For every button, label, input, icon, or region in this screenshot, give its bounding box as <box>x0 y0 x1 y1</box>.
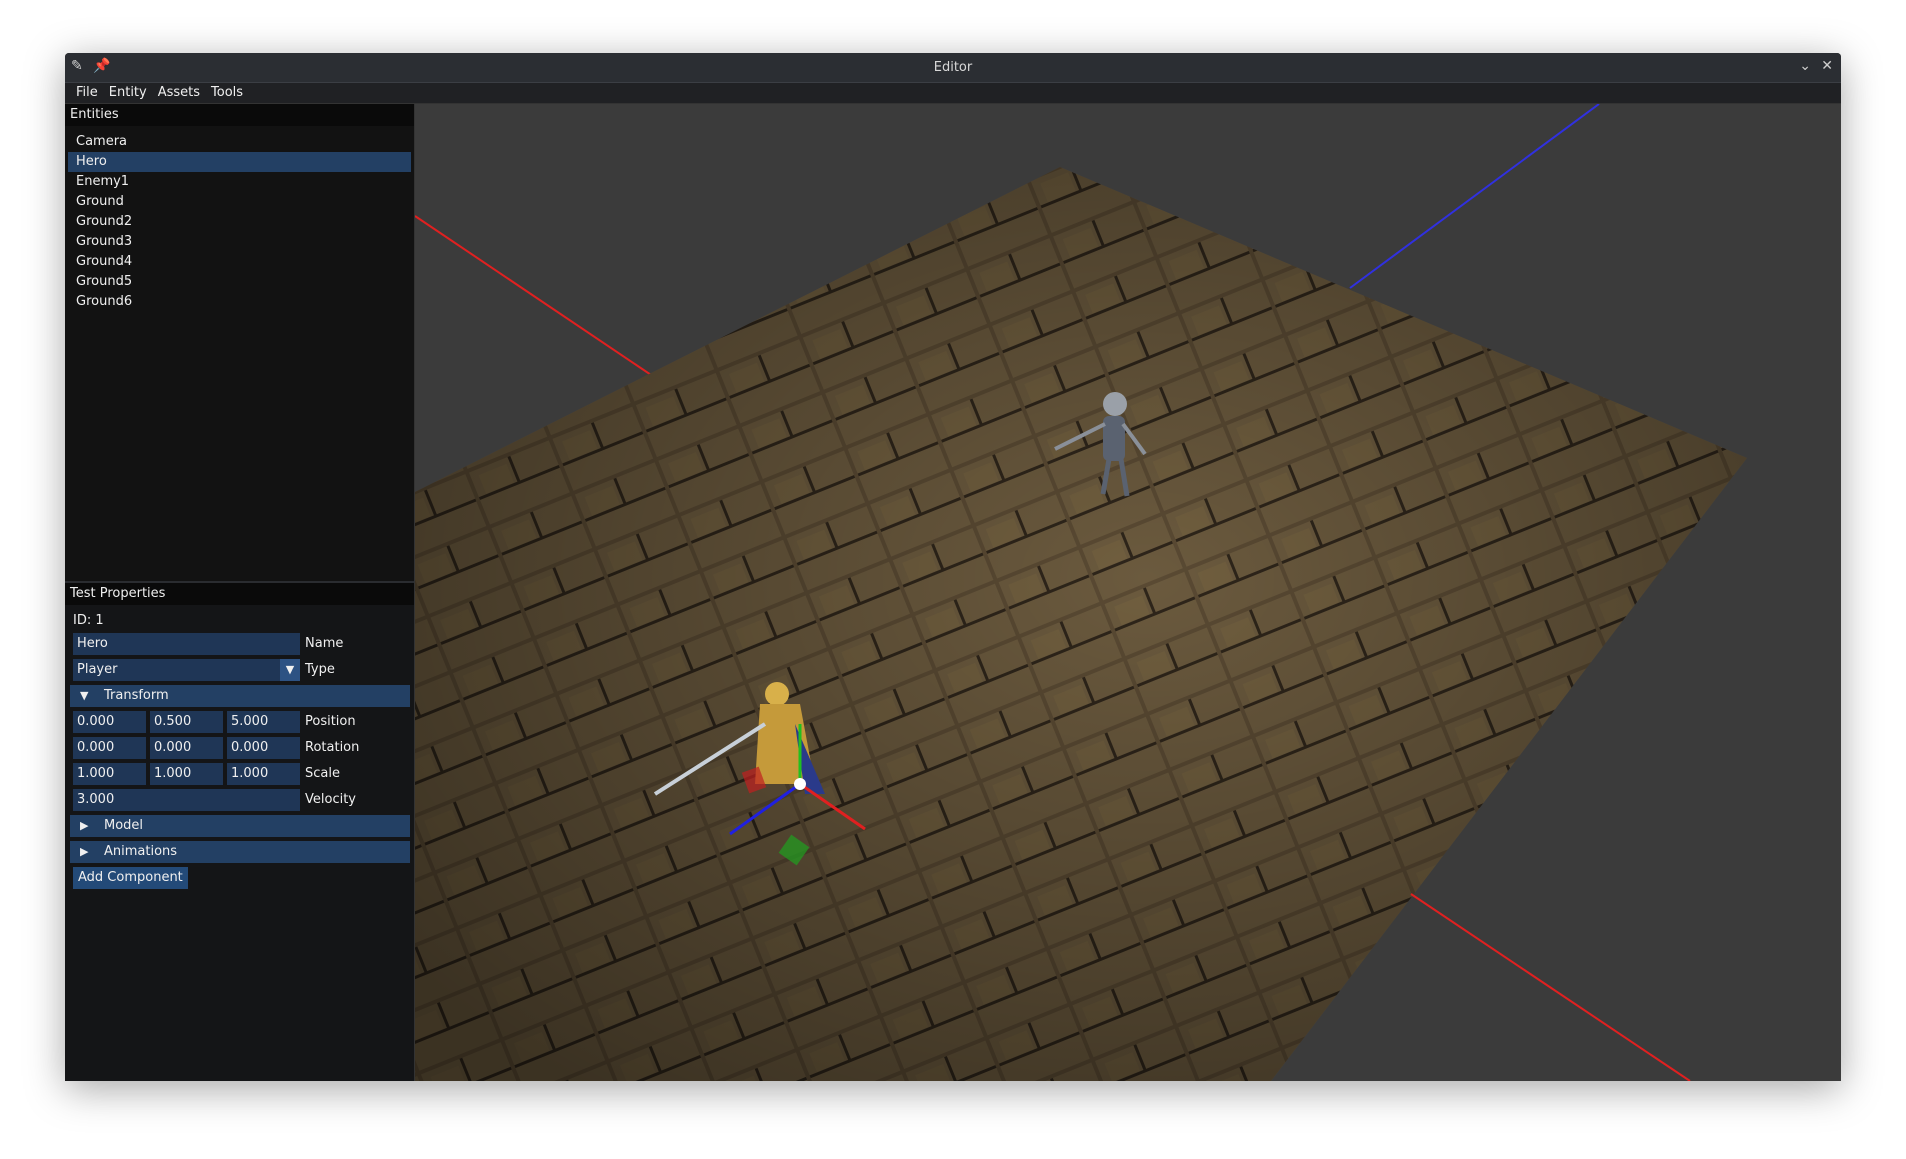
animations-header[interactable]: ▶ Animations <box>70 841 410 863</box>
entities-panel: Entities Camera Hero Enemy1 Ground Groun… <box>65 104 414 581</box>
menu-file[interactable]: File <box>65 83 104 100</box>
properties-panel: Test Properties ID: 1 Hero Name Player ▼ … <box>65 581 414 1081</box>
scene-viewport[interactable] <box>414 103 1841 1081</box>
transform-label: Transform <box>104 688 169 703</box>
scale-y-input[interactable]: 1.000 <box>150 763 223 785</box>
entity-item-hero[interactable]: Hero <box>68 152 411 172</box>
window-title: Editor <box>933 60 973 75</box>
entity-item-ground[interactable]: Ground <box>68 192 411 212</box>
name-input[interactable]: Hero <box>73 633 300 655</box>
minimize-chevron-icon[interactable]: ⌄ <box>1799 58 1811 74</box>
collapsed-triangle-icon: ▶ <box>80 845 89 858</box>
rotation-z-input[interactable]: 0.000 <box>227 737 300 759</box>
transform-header[interactable]: ▼ Transform <box>70 685 410 707</box>
menu-entity[interactable]: Entity <box>104 83 153 100</box>
position-y-input[interactable]: 0.500 <box>150 711 223 733</box>
velocity-input[interactable]: 3.000 <box>73 789 300 811</box>
entity-item-camera[interactable]: Camera <box>68 132 411 152</box>
entities-title: Entities <box>65 104 414 126</box>
close-icon[interactable]: ✕ <box>1821 58 1833 74</box>
scale-z-input[interactable]: 1.000 <box>227 763 300 785</box>
entity-item-ground4[interactable]: Ground4 <box>68 252 411 272</box>
menu-bar: File Entity Assets Tools <box>65 83 1841 104</box>
model-label: Model <box>104 818 144 833</box>
entity-list: Camera Hero Enemy1 Ground Ground2 Ground… <box>65 126 414 312</box>
position-x-input[interactable]: 0.000 <box>73 711 146 733</box>
rotation-x-input[interactable]: 0.000 <box>73 737 146 759</box>
entity-item-ground3[interactable]: Ground3 <box>68 232 411 252</box>
scale-label: Scale <box>305 766 340 781</box>
rotation-y-input[interactable]: 0.000 <box>150 737 223 759</box>
velocity-label: Velocity <box>305 792 356 807</box>
position-z-input[interactable]: 5.000 <box>227 711 300 733</box>
rotation-label: Rotation <box>305 740 360 755</box>
dropdown-arrow-icon[interactable]: ▼ <box>280 659 300 681</box>
editor-window: ✎ 📌 Editor ⌄ ✕ File Entity Assets Tools Ent… <box>65 53 1841 1081</box>
menu-tools[interactable]: Tools <box>206 83 249 100</box>
scale-x-input[interactable]: 1.000 <box>73 763 146 785</box>
scene-render <box>414 103 1841 1081</box>
type-select[interactable]: Player ▼ <box>73 659 300 681</box>
position-label: Position <box>305 714 356 729</box>
entity-id: ID: 1 <box>73 613 104 628</box>
collapsed-triangle-icon: ▶ <box>80 819 89 832</box>
entity-item-enemy1[interactable]: Enemy1 <box>68 172 411 192</box>
type-label: Type <box>305 662 335 677</box>
entity-item-ground6[interactable]: Ground6 <box>68 292 411 312</box>
left-panel: Entities Camera Hero Enemy1 Ground Groun… <box>65 104 415 1081</box>
model-header[interactable]: ▶ Model <box>70 815 410 837</box>
animations-label: Animations <box>104 844 178 859</box>
title-bar: ✎ 📌 Editor ⌄ ✕ <box>65 53 1841 83</box>
entity-item-ground5[interactable]: Ground5 <box>68 272 411 292</box>
properties-title: Test Properties <box>65 583 414 605</box>
expanded-triangle-icon: ▼ <box>80 689 89 702</box>
type-value: Player <box>77 662 118 677</box>
entity-item-ground2[interactable]: Ground2 <box>68 212 411 232</box>
menu-assets[interactable]: Assets <box>153 83 206 100</box>
name-label: Name <box>305 636 344 651</box>
add-component-button[interactable]: Add Component <box>73 867 188 889</box>
gizmo-center[interactable] <box>794 778 806 790</box>
